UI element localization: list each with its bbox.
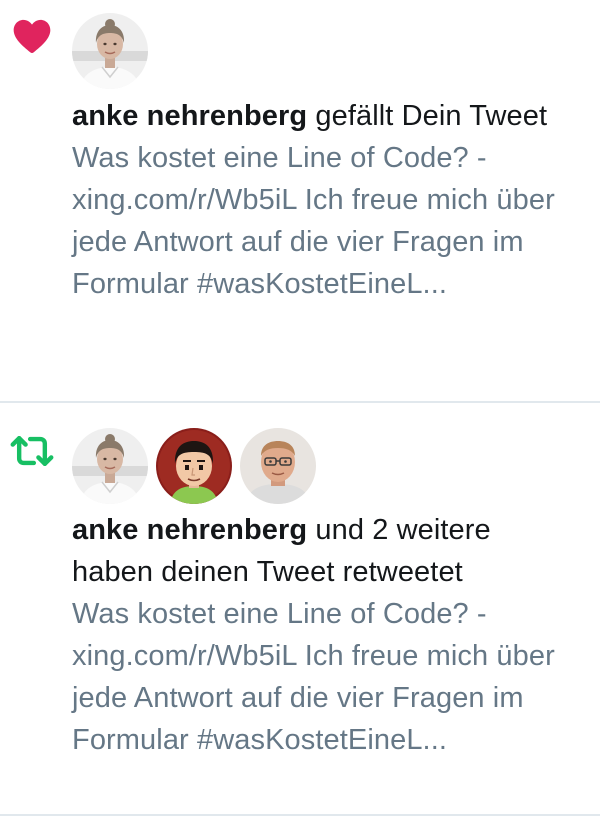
notification-headline: anke nehrenberg und 2 weitere haben dein… (72, 509, 580, 593)
tweet-preview[interactable]: Was kostet eine Line of Code? - xing.com… (72, 593, 580, 761)
avatar-row (72, 428, 316, 504)
notification-text: anke nehrenberg und 2 weitere haben dein… (72, 509, 580, 761)
avatar-row (72, 13, 148, 89)
avatar-man-glasses[interactable] (240, 428, 316, 504)
avatar-anke[interactable] (72, 13, 148, 89)
notification-like[interactable]: anke nehrenberg gefällt Dein Tweet Was k… (0, 0, 600, 403)
heart-icon (13, 19, 51, 54)
avatar-cartoon[interactable] (156, 428, 232, 504)
avatar-anke[interactable] (72, 428, 148, 504)
actor-name[interactable]: anke nehrenberg (72, 100, 307, 132)
actor-name[interactable]: anke nehrenberg (72, 514, 307, 546)
action-text: gefällt Dein Tweet (315, 100, 548, 132)
divider (0, 814, 600, 816)
tweet-preview[interactable]: Was kostet eine Line of Code? - xing.com… (72, 137, 580, 305)
notification-retweet[interactable]: anke nehrenberg und 2 weitere haben dein… (0, 403, 600, 816)
notification-text: anke nehrenberg gefällt Dein Tweet Was k… (72, 95, 580, 305)
notification-headline: anke nehrenberg gefällt Dein Tweet (72, 95, 580, 137)
retweet-icon (10, 435, 54, 467)
